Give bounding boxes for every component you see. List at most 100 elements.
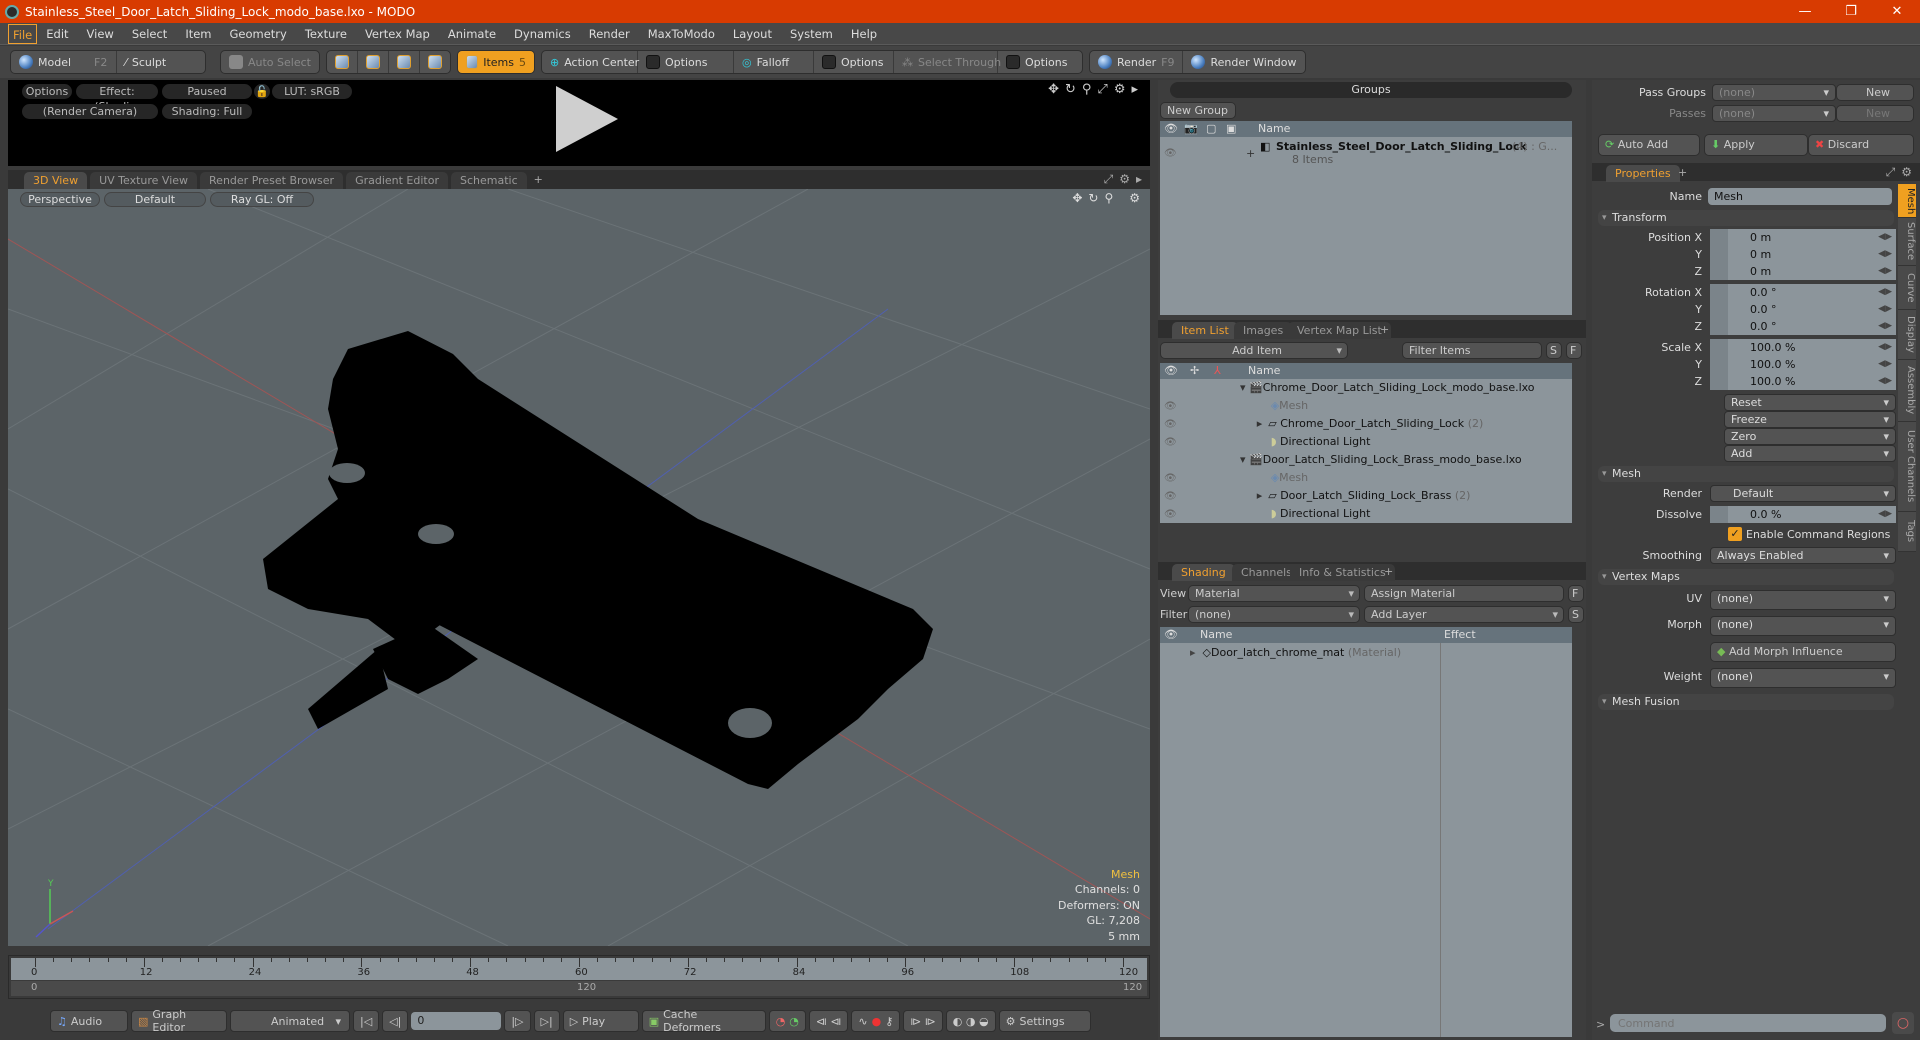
menu-vertex-map[interactable]: Vertex Map — [356, 24, 439, 44]
3d-viewport[interactable]: Y Perspective Default Ray GL: Off ✥ ↻ ⚲ … — [8, 189, 1150, 946]
last-frame-button[interactable]: ▷| — [533, 1010, 560, 1032]
add-tab-button[interactable]: + — [1674, 165, 1691, 182]
menu-select[interactable]: Select — [123, 24, 176, 44]
menu-file[interactable]: File — [8, 23, 38, 44]
render-window-button[interactable]: Render Window — [1183, 51, 1304, 73]
gear-icon[interactable]: ⚙ — [1129, 191, 1140, 205]
list-item[interactable]: ▾ 🎬Door_Latch_Sliding_Lock_Brass_modo_ba… — [1240, 451, 1522, 469]
menu-item[interactable]: Item — [176, 24, 220, 44]
discard-button[interactable]: ✖ Discard — [1808, 134, 1914, 156]
slider-arrows-icon[interactable]: ◀▶ — [1878, 301, 1892, 318]
list-item[interactable]: 👁 ◈Mesh — [1164, 397, 1308, 415]
effect-dropdown[interactable]: Effect: (Shadi... — [76, 84, 158, 113]
first-frame-button[interactable]: |◁ — [353, 1010, 380, 1032]
paused-button[interactable]: Paused — [162, 84, 252, 99]
slider-arrows-icon[interactable]: ◀▶ — [1878, 284, 1892, 301]
tab-uv-texture-view[interactable]: UV Texture View — [90, 172, 198, 189]
play-button[interactable]: ▷ Play — [562, 1010, 639, 1032]
vtab-display[interactable]: Display — [1898, 310, 1916, 360]
tab-info-statistics[interactable]: Info & Statistics — [1290, 564, 1395, 581]
name-column-header[interactable]: Name — [1200, 627, 1232, 643]
groups-list[interactable]: 👁 📷 ▢ ▣ Name 👁 ◧ + Stainless_Steel_Door_… — [1160, 121, 1572, 315]
view-dropdown[interactable]: Material — [1188, 585, 1360, 602]
command-input[interactable] — [1610, 1014, 1886, 1032]
vtab-assembly[interactable]: Assembly — [1898, 360, 1916, 422]
lock-pin-icon[interactable]: ✢ — [1190, 363, 1199, 379]
visibility-toggle[interactable]: 👁 — [1164, 401, 1177, 412]
rotation-x-field[interactable]: 0.0 ° ◀▶ — [1710, 284, 1896, 301]
menu-dynamics[interactable]: Dynamics — [505, 24, 580, 44]
falloff-options-button[interactable]: Options — [814, 51, 894, 73]
add-dropdown[interactable]: Add — [1724, 445, 1896, 462]
menu-view[interactable]: View — [78, 24, 123, 44]
action-center-button[interactable]: ⊕ Action Center — [542, 51, 639, 73]
rotation-z-field[interactable]: 0.0 ° ◀▶ — [1710, 318, 1896, 335]
add-morph-influence-button[interactable]: ◆ Add Morph Influence — [1710, 642, 1896, 662]
axis-icon[interactable]: ⅄ — [1214, 363, 1221, 379]
position-y-field[interactable]: 0 m ◀▶ — [1710, 246, 1896, 263]
rotation-y-field[interactable]: 0.0 ° ◀▶ — [1710, 301, 1896, 318]
key-tools-button[interactable]: ◐ ◑ ◒ — [945, 1010, 996, 1032]
zoom-icon[interactable]: ⚲ — [1104, 191, 1113, 205]
expand-icon[interactable]: ▸ — [1257, 417, 1263, 430]
record-button[interactable]: ∿ ● ⚷ — [851, 1010, 901, 1032]
add-item-dropdown[interactable]: Add Item — [1160, 342, 1348, 359]
tab-schematic[interactable]: Schematic — [451, 172, 527, 189]
zero-dropdown[interactable]: Zero — [1724, 428, 1896, 445]
visibility-toggle[interactable]: 👁 — [1164, 145, 1177, 163]
filter-items-input[interactable]: Filter Items — [1402, 342, 1542, 359]
tab-images[interactable]: Images — [1234, 322, 1293, 339]
gear-icon[interactable]: ⚙ — [1119, 172, 1130, 187]
vtab-curve[interactable]: Curve — [1898, 266, 1916, 310]
shader-tree[interactable]: 👁 Name Effect ▸ ◇Door_latch_chrome_mat (… — [1160, 627, 1572, 1037]
scale-z-field[interactable]: 100.0 % ◀▶ — [1710, 373, 1896, 390]
menu-geometry[interactable]: Geometry — [221, 24, 296, 44]
add-tab-button[interactable]: + — [1380, 564, 1397, 581]
scale-x-field[interactable]: 100.0 % ◀▶ — [1710, 339, 1896, 356]
passes-dropdown[interactable]: (none) — [1712, 105, 1836, 122]
menu-layout[interactable]: Layout — [724, 24, 781, 44]
cache-deformers-button[interactable]: ▣ Cache Deformers — [641, 1008, 766, 1034]
freeze-dropdown[interactable]: Freeze — [1724, 411, 1896, 428]
list-item[interactable]: 👁 ▸ ▱ Door_Latch_Sliding_Lock_Brass (2) — [1164, 487, 1470, 505]
smoothing-dropdown[interactable]: Always Enabled — [1710, 547, 1896, 564]
select-through-options-button[interactable]: Options — [998, 51, 1082, 73]
animated-dropdown[interactable]: Animated ▾ — [230, 1010, 350, 1032]
new-pass-group-button[interactable]: New — [1836, 84, 1914, 101]
lut-dropdown[interactable]: LUT: sRGB — [272, 84, 352, 99]
list-item[interactable]: 👁 ◈Mesh — [1164, 469, 1308, 487]
vtab-tags[interactable]: Tags — [1898, 512, 1916, 552]
tab-render-preset-browser[interactable]: Render Preset Browser — [200, 172, 344, 189]
visibility-toggle[interactable]: 👁 — [1164, 491, 1177, 502]
menu-help[interactable]: Help — [842, 24, 886, 44]
scale-y-field[interactable]: 100.0 % ◀▶ — [1710, 356, 1896, 373]
auto-key-button[interactable]: ◔ ◔ — [768, 1010, 806, 1032]
materials-mode-button[interactable] — [420, 51, 450, 73]
effect-column-header[interactable]: Effect — [1444, 627, 1476, 643]
key-nav2-button[interactable]: ⧐ ⧐ — [903, 1010, 943, 1032]
name-column-header[interactable]: Name — [1258, 121, 1290, 137]
settings-button[interactable]: ⚙ Settings — [998, 1010, 1091, 1032]
wire-cube-icon[interactable]: ▢ — [1206, 121, 1216, 137]
slider-arrows-icon[interactable]: ◀▶ — [1878, 356, 1892, 373]
slider-arrows-icon[interactable]: ◀▶ — [1878, 263, 1892, 280]
assign-material-button[interactable]: Assign Material — [1364, 585, 1564, 602]
raygl-toggle[interactable]: Ray GL: Off — [210, 192, 314, 207]
list-item[interactable]: 👁 ◗ Directional Light — [1164, 505, 1370, 523]
tab-3d-view[interactable]: 3D View — [24, 172, 88, 189]
graph-editor-button[interactable]: ▧ Graph Editor — [131, 1008, 227, 1034]
sculpt-mode-button[interactable]: ⁄ Sculpt — [117, 51, 174, 73]
camera-icon[interactable]: 📷 — [1184, 121, 1198, 137]
rotate-icon[interactable]: ↻ — [1065, 82, 1076, 97]
auto-select-button[interactable]: Auto Select — [221, 51, 319, 73]
audio-button[interactable]: ♫ Audio — [50, 1010, 128, 1032]
zoom-icon[interactable]: ⚲ — [1082, 82, 1092, 97]
shading-style-dropdown[interactable]: Default — [104, 192, 206, 207]
maximize-icon[interactable]: ⤢ — [1104, 172, 1114, 187]
name-column-header[interactable]: Name — [1248, 363, 1280, 379]
mesh-section[interactable]: Mesh — [1598, 466, 1894, 482]
menu-texture[interactable]: Texture — [296, 24, 356, 44]
add-tab-button[interactable]: + — [1376, 322, 1393, 339]
slider-arrows-icon[interactable]: ◀▶ — [1878, 506, 1892, 523]
slider-arrows-icon[interactable]: ◀▶ — [1878, 339, 1892, 356]
